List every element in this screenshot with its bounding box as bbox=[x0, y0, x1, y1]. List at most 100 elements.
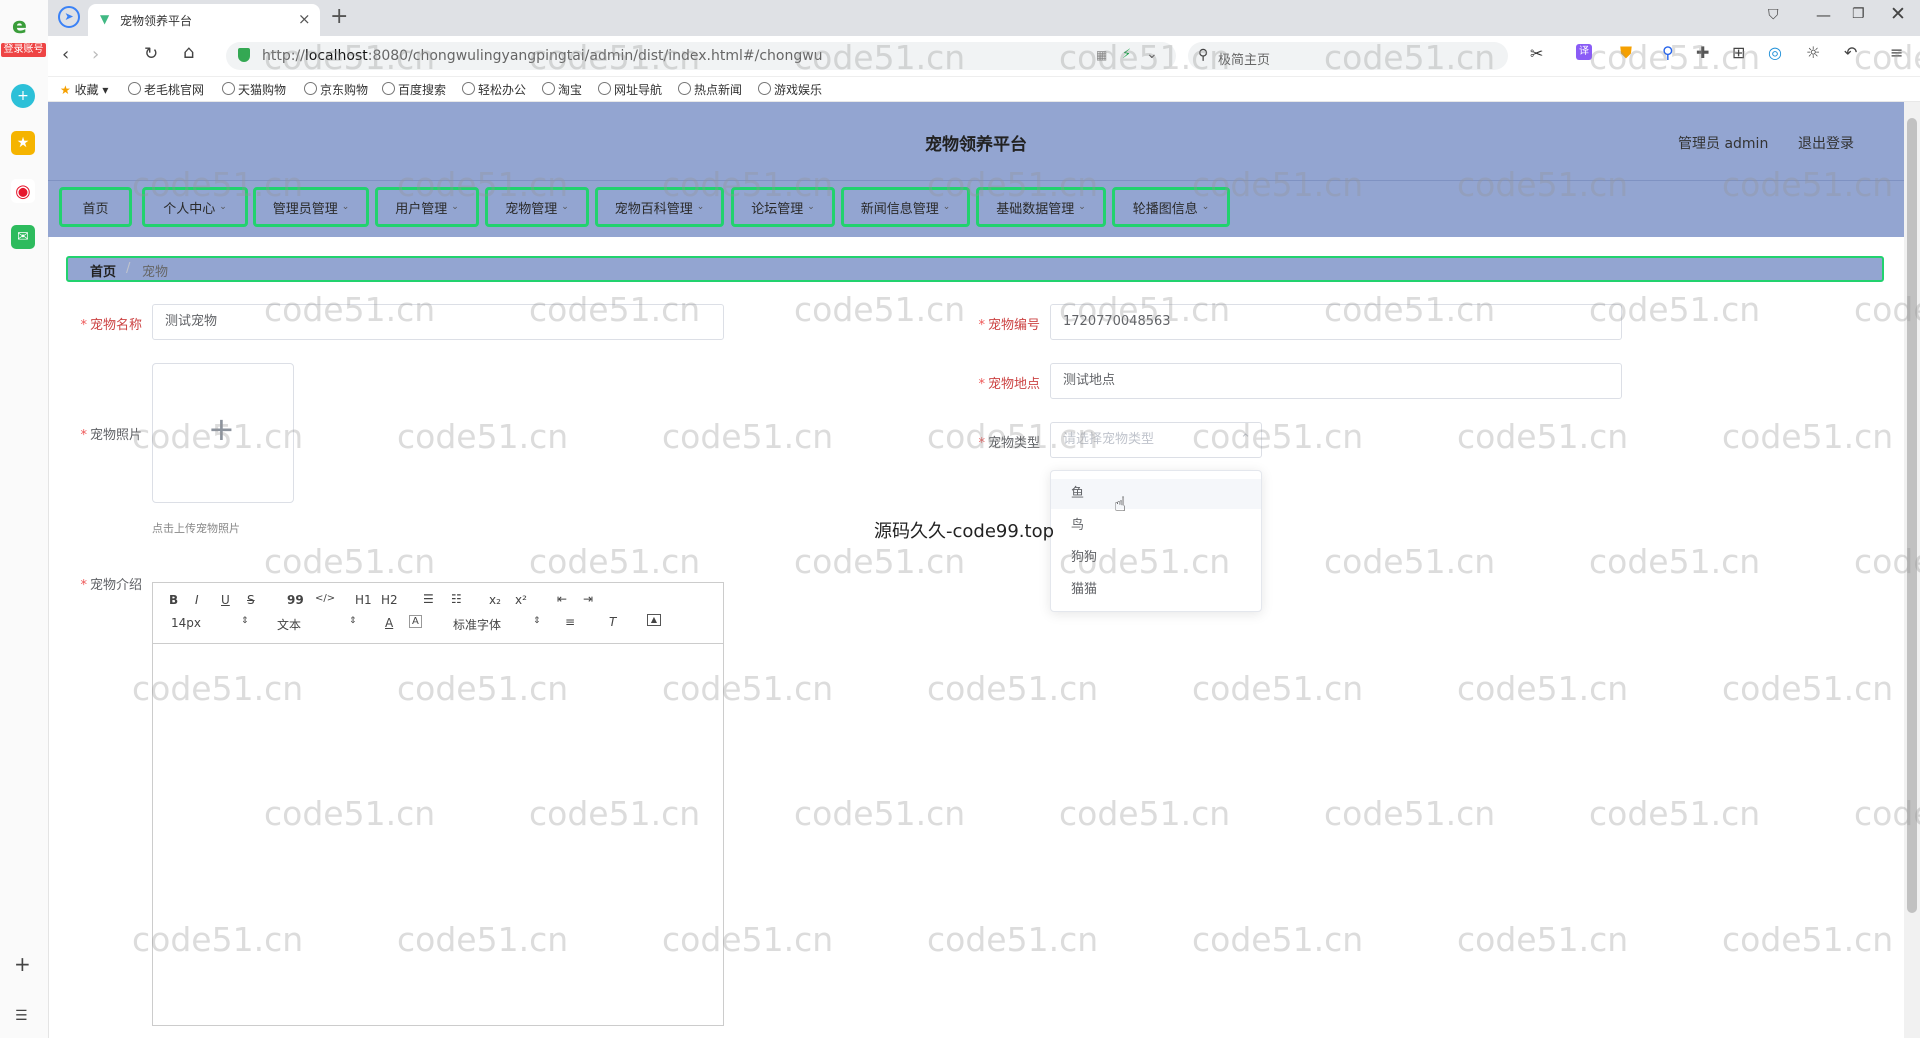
shirt-icon[interactable]: ⛉ bbox=[1768, 7, 1779, 23]
weibo-icon[interactable]: ◉ bbox=[11, 179, 35, 203]
dropdown-option[interactable]: 猫猫 bbox=[1051, 575, 1261, 605]
font-size-select[interactable]: 14px bbox=[171, 616, 201, 630]
watermark-text: code51.cn bbox=[794, 542, 966, 581]
menu-item-forum-management[interactable]: 论坛管理 ⌄ bbox=[731, 187, 835, 227]
ordered-list-icon[interactable]: ☰ bbox=[423, 592, 434, 606]
watermark-text: code51.cn bbox=[264, 542, 436, 581]
add-icon[interactable]: + bbox=[14, 952, 31, 976]
font-family-select[interactable]: 标准字体 bbox=[453, 616, 501, 633]
dropdown-option[interactable]: 鱼 bbox=[1051, 479, 1261, 509]
pet-name-input[interactable]: 测试宠物 bbox=[152, 304, 724, 340]
menu-item-personal-center[interactable]: 个人中心 ⌄ bbox=[142, 187, 248, 227]
chevron-down-icon[interactable]: ⌄ bbox=[1146, 46, 1158, 62]
back-to-home-icon[interactable]: ➤ bbox=[58, 6, 80, 28]
shield-extension-icon[interactable]: ⛊ bbox=[1620, 43, 1632, 63]
image-icon[interactable]: ▲ bbox=[647, 614, 661, 626]
strike-button[interactable]: S bbox=[247, 593, 255, 607]
pet-type-select[interactable]: 请选择宠物类型 ⌃ bbox=[1050, 422, 1262, 458]
outdent-icon[interactable]: ⇤ bbox=[557, 592, 567, 606]
background-color-icon[interactable]: A bbox=[409, 615, 422, 628]
plus-circle-icon[interactable]: + bbox=[11, 84, 35, 108]
translate-icon[interactable]: 译 bbox=[1576, 44, 1592, 60]
indent-icon[interactable]: ⇥ bbox=[583, 592, 593, 606]
photo-uploader[interactable]: + bbox=[152, 363, 294, 503]
menu-label: 宠物百科管理 bbox=[614, 201, 693, 217]
bold-button[interactable]: B bbox=[169, 593, 178, 607]
menu-item-carousel[interactable]: 轮播图信息 ⌄ bbox=[1112, 187, 1230, 227]
underline-button[interactable]: U bbox=[221, 593, 230, 607]
label-text: 宠物类型 bbox=[987, 436, 1040, 451]
bookmark-item[interactable]: 网址导航 bbox=[598, 81, 662, 98]
restore-icon[interactable]: ❐ bbox=[1852, 6, 1865, 22]
bookmark-item[interactable]: 淘宝 bbox=[542, 81, 582, 98]
bullet-list-icon[interactable]: ☷ bbox=[451, 592, 462, 606]
menu-item-user-management[interactable]: 用户管理 ⌄ bbox=[375, 187, 479, 227]
heading-select[interactable]: 文本 bbox=[277, 616, 301, 633]
logout-link[interactable]: 退出登录 bbox=[1798, 133, 1854, 153]
h1-button[interactable]: H1 bbox=[355, 593, 372, 607]
close-tab-icon[interactable]: × bbox=[298, 10, 311, 28]
scrollbar-thumb[interactable] bbox=[1907, 118, 1917, 913]
bookmark-item[interactable]: 游戏娱乐 bbox=[758, 81, 822, 98]
browser-tab[interactable]: ▼ 宠物领养平台 × bbox=[88, 4, 320, 36]
globe-icon bbox=[678, 82, 691, 95]
reload-icon[interactable]: ↻ bbox=[144, 44, 158, 64]
bookmark-item[interactable]: 轻松办公 bbox=[462, 81, 526, 98]
font-color-icon[interactable]: A bbox=[385, 616, 393, 630]
tab-title: 宠物领养平台 bbox=[120, 14, 193, 28]
tab-strip: ➤ ▼ 宠物领养平台 × + ⛉ — ❐ ✕ bbox=[48, 0, 1920, 36]
bookmark-item[interactable]: 热点新闻 bbox=[678, 81, 742, 98]
blockquote-button[interactable]: 99 bbox=[287, 593, 304, 607]
clear-format-icon[interactable]: T bbox=[609, 615, 616, 629]
mail-icon[interactable]: ✉ bbox=[11, 225, 35, 249]
code-block-button[interactable]: </> bbox=[315, 593, 335, 604]
star-icon[interactable]: ★ bbox=[11, 131, 35, 155]
app-title: 宠物领养平台 bbox=[925, 135, 1027, 155]
subscript-button[interactable]: x₂ bbox=[489, 593, 501, 607]
breadcrumb-home[interactable]: 首页 bbox=[90, 261, 116, 280]
search-box[interactable]: ⚲ 极简主页 bbox=[1188, 42, 1508, 70]
bookmark-favorites[interactable]: ★ 收藏 ▾ bbox=[60, 81, 108, 98]
lightning-icon[interactable]: ⚡ bbox=[1122, 47, 1131, 62]
superscript-button[interactable]: x² bbox=[515, 593, 527, 607]
puzzle-icon[interactable]: ✚ bbox=[1696, 43, 1709, 62]
close-window-icon[interactable]: ✕ bbox=[1890, 3, 1906, 25]
browser-logo-icon[interactable]: e bbox=[12, 14, 27, 39]
h2-button[interactable]: H2 bbox=[381, 593, 398, 607]
login-badge[interactable]: 登录账号 bbox=[1, 43, 46, 57]
back-icon[interactable]: ‹ bbox=[62, 44, 69, 65]
scissors-icon[interactable]: ✂ bbox=[1530, 44, 1543, 63]
italic-button[interactable]: I bbox=[195, 593, 199, 607]
minimize-icon[interactable]: — bbox=[1816, 6, 1831, 24]
brightness-icon[interactable]: ☼ bbox=[1806, 43, 1820, 62]
pet-code-input[interactable]: 1720770048563 bbox=[1050, 304, 1622, 340]
menu-item-pet-management[interactable]: 宠物管理 ⌄ bbox=[485, 187, 589, 227]
menu-item-news-management[interactable]: 新闻信息管理 ⌄ bbox=[841, 187, 970, 227]
menu-item-home[interactable]: 首页 bbox=[59, 187, 132, 227]
editor-content-area[interactable] bbox=[153, 644, 723, 1025]
bookmark-item[interactable]: 天猫购物 bbox=[222, 81, 286, 98]
bookmark-item[interactable]: 百度搜索 bbox=[382, 81, 446, 98]
menu-item-admin-management[interactable]: 管理员管理 ⌄ bbox=[253, 187, 369, 227]
address-bar[interactable]: http://localhost:8080/chongwulingyangpin… bbox=[226, 42, 1176, 70]
qr-icon[interactable]: ▦ bbox=[1096, 48, 1107, 62]
list-icon[interactable]: ☰ bbox=[15, 1008, 28, 1024]
align-icon[interactable]: ≡ bbox=[565, 615, 575, 629]
bookmark-item[interactable]: 京东购物 bbox=[304, 81, 368, 98]
menu-item-pet-encyclopedia[interactable]: 宠物百科管理 ⌄ bbox=[595, 187, 724, 227]
sync-icon[interactable]: ◎ bbox=[1768, 43, 1782, 62]
new-tab-icon[interactable]: + bbox=[330, 4, 348, 29]
dropdown-option[interactable]: 狗狗 bbox=[1051, 543, 1261, 573]
pet-location-input[interactable]: 测试地点 bbox=[1050, 363, 1622, 399]
home-icon[interactable]: ⌂ bbox=[183, 42, 194, 63]
find-icon[interactable]: ⚲ bbox=[1662, 43, 1674, 62]
undo-icon[interactable]: ↶ bbox=[1844, 43, 1857, 62]
forward-icon[interactable]: › bbox=[92, 44, 99, 65]
bookmark-item[interactable]: 老毛桃官网 bbox=[128, 81, 204, 98]
watermark-text: code51.cn bbox=[529, 542, 701, 581]
dropdown-option[interactable]: 鸟 bbox=[1051, 511, 1261, 541]
grid-icon[interactable]: ⊞ bbox=[1732, 43, 1745, 62]
menu-icon[interactable]: ≡ bbox=[1890, 43, 1903, 62]
menu-item-base-data[interactable]: 基础数据管理 ⌄ bbox=[976, 187, 1106, 227]
star-icon: ★ bbox=[60, 83, 71, 97]
